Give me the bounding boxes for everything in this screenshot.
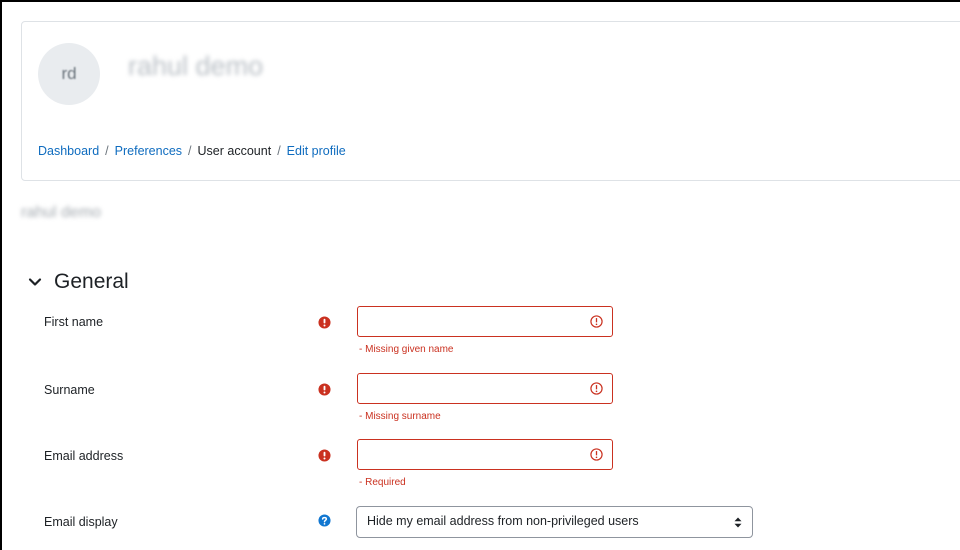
avatar-initials: rd (61, 64, 77, 83)
alert-circle-icon (590, 382, 603, 395)
email-address-label: Email address (44, 449, 124, 463)
breadcrumb-user-account: User account (197, 144, 272, 158)
surname-field[interactable] (357, 373, 613, 404)
breadcrumb-preferences[interactable]: Preferences (115, 144, 182, 158)
email-display-label: Email display (44, 515, 118, 529)
section-toggle-general[interactable]: General (28, 270, 129, 294)
breadcrumb-edit-profile[interactable]: Edit profile (287, 144, 346, 158)
surname-label: Surname (44, 383, 95, 397)
first-name-field[interactable] (357, 306, 613, 337)
exclamation-circle-icon (318, 316, 331, 329)
breadcrumb-separator: / (277, 144, 281, 158)
email-address-field[interactable] (357, 439, 613, 470)
chevron-down-icon (28, 278, 42, 286)
section-title: General (54, 270, 129, 293)
exclamation-circle-icon (318, 383, 331, 396)
surname-error: - Missing surname (359, 411, 441, 422)
email-display-select[interactable]: Hide my email address from non-privilege… (356, 506, 753, 538)
breadcrumb-separator: / (188, 144, 192, 158)
alert-circle-icon (590, 448, 603, 461)
first-name-error: - Missing given name (359, 344, 454, 355)
user-full-name: rahul demo (128, 51, 264, 81)
breadcrumb-dashboard[interactable]: Dashboard (38, 144, 99, 158)
email-display-selected: Hide my email address from non-privilege… (367, 514, 639, 528)
exclamation-circle-icon (318, 449, 331, 462)
sort-caret-icon (734, 517, 742, 528)
alert-circle-icon (590, 315, 603, 328)
breadcrumb-separator: / (105, 144, 109, 158)
question-circle-icon[interactable] (318, 514, 331, 527)
avatar: rd (38, 43, 100, 105)
breadcrumb: Dashboard / Preferences / User account /… (38, 144, 346, 158)
first-name-label: First name (44, 315, 104, 329)
page-title: rahul demo (21, 204, 102, 221)
email-address-error: - Required (359, 477, 406, 488)
